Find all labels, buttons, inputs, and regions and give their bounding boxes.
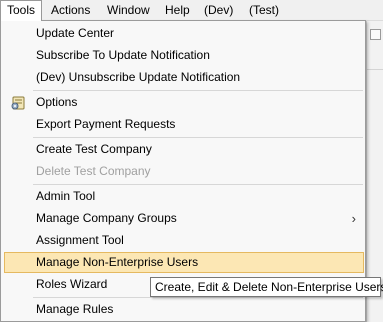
menu-item-options[interactable]: Options bbox=[4, 92, 364, 113]
menu-item-assignment-tool[interactable]: Assignment Tool bbox=[4, 230, 364, 251]
menu-item-label: Options bbox=[36, 95, 78, 109]
menu-item-label: Manage Rules bbox=[36, 302, 114, 316]
menu-tools[interactable]: Tools bbox=[0, 0, 43, 21]
tooltip: Create, Edit & Delete Non-Enterprise Use… bbox=[150, 277, 383, 297]
menu-item-manage-company-groups[interactable]: Manage Company Groups › bbox=[4, 208, 364, 229]
menu-item-label: Delete Test Company bbox=[36, 164, 151, 178]
menu-item-label: Roles Wizard bbox=[36, 277, 108, 291]
menu-item-label: Update Center bbox=[36, 26, 115, 40]
menu-actions[interactable]: Actions bbox=[45, 0, 96, 20]
options-icon bbox=[11, 96, 25, 110]
menu-item-delete-test-company: Delete Test Company bbox=[4, 161, 364, 182]
menu-item-label: Manage Non-Enterprise Users bbox=[36, 255, 199, 269]
menu-separator bbox=[33, 297, 363, 298]
menu-item-label: Subscribe To Update Notification bbox=[36, 48, 210, 62]
menu-window[interactable]: Window bbox=[101, 0, 156, 20]
menu-item-manage-rules[interactable]: Manage Rules bbox=[4, 299, 364, 320]
menu-item-label: Export Payment Requests bbox=[36, 117, 176, 131]
background-divider bbox=[367, 69, 383, 70]
menu-help[interactable]: Help bbox=[159, 0, 196, 20]
menu-item-update-center[interactable]: Update Center bbox=[4, 23, 364, 44]
menu-item-subscribe-update-notification[interactable]: Subscribe To Update Notification bbox=[4, 45, 364, 66]
menu-separator bbox=[33, 90, 363, 91]
menu-item-unsubscribe-update-notification[interactable]: (Dev) Unsubscribe Update Notification bbox=[4, 67, 364, 88]
menu-item-label: (Dev) Unsubscribe Update Notification bbox=[36, 70, 241, 84]
menu-item-export-payment-requests[interactable]: Export Payment Requests bbox=[4, 114, 364, 135]
menu-bar: Tools Actions Window Help (Dev) (Test) bbox=[0, 0, 383, 21]
menu-item-create-test-company[interactable]: Create Test Company bbox=[4, 139, 364, 160]
menu-item-label: Admin Tool bbox=[36, 189, 96, 203]
menu-dev[interactable]: (Dev) bbox=[198, 0, 239, 20]
menu-separator bbox=[33, 184, 363, 185]
menu-item-manage-non-enterprise-users[interactable]: Manage Non-Enterprise Users bbox=[4, 252, 364, 273]
menu-separator bbox=[33, 137, 363, 138]
menu-item-label: Create Test Company bbox=[36, 142, 152, 156]
menu-item-label: Assignment Tool bbox=[36, 233, 124, 247]
menu-test[interactable]: (Test) bbox=[243, 0, 285, 20]
menu-item-label: Manage Company Groups bbox=[36, 211, 177, 225]
background-checkbox bbox=[370, 29, 381, 40]
menu-item-admin-tool[interactable]: Admin Tool bbox=[4, 186, 364, 207]
submenu-arrow-icon: › bbox=[351, 211, 356, 226]
